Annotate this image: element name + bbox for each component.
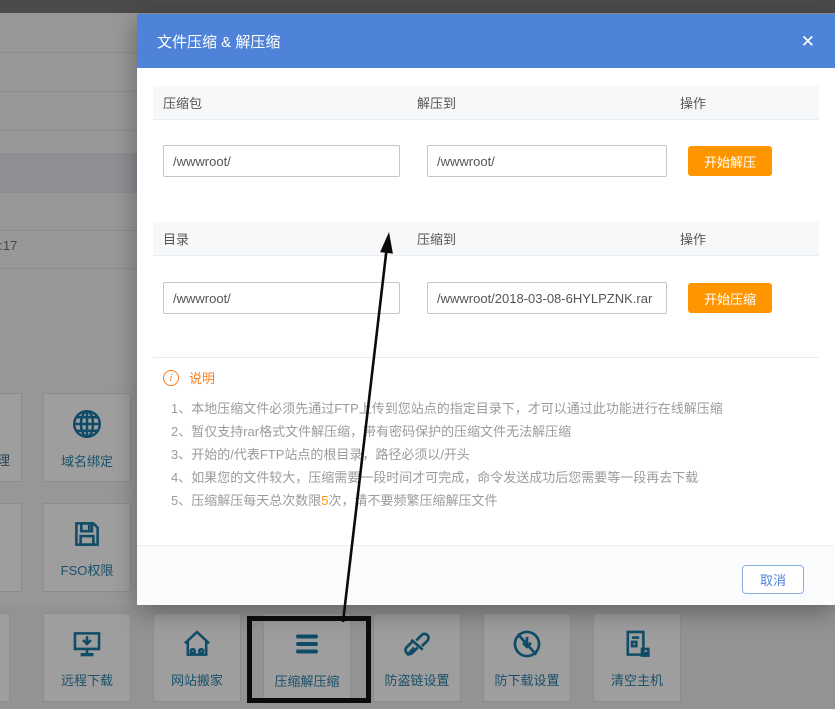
section-divider <box>153 357 819 358</box>
instruction-item: 4、如果您的文件较大，压缩需要一段时间才可完成，命令发送成功后您需要等一段再去下… <box>163 466 815 489</box>
directory-input[interactable] <box>163 282 400 314</box>
instructions-block: i 说明 1、本地压缩文件必须先通过FTP上传到您站点的指定目录下，才可以通过此… <box>163 368 815 512</box>
instruction-item: 2、暂仅支持rar格式文件解压缩，带有密码保护的压缩文件无法解压缩 <box>163 420 815 443</box>
instruction-item: 5、压缩解压每天总次数限5次，请不要频繁压缩解压文件 <box>163 489 815 512</box>
instruction-item: 1、本地压缩文件必须先通过FTP上传到您站点的指定目录下，才可以通过此功能进行在… <box>163 397 815 420</box>
instructions-header: i 说明 <box>163 368 815 387</box>
annotation-highlight-rectangle <box>247 616 371 703</box>
start-decompress-button[interactable]: 开始解压 <box>688 146 772 176</box>
dialog-footer: 取消 <box>137 545 835 605</box>
instructions-list: 1、本地压缩文件必须先通过FTP上传到您站点的指定目录下，才可以通过此功能进行在… <box>163 397 815 512</box>
instructions-title: 说明 <box>189 368 215 387</box>
compress-to-input[interactable] <box>427 282 667 314</box>
col-directory: 目录 <box>153 229 417 248</box>
col-action: 操作 <box>680 229 706 248</box>
dialog-title: 文件压缩 & 解压缩 <box>157 31 280 52</box>
info-icon: i <box>163 370 179 386</box>
dialog-header: 文件压缩 & 解压缩 ✕ <box>137 14 835 68</box>
compress-header-row: 目录 压缩到 操作 <box>153 222 819 256</box>
close-icon[interactable]: ✕ <box>801 33 815 50</box>
cancel-button[interactable]: 取消 <box>742 565 804 594</box>
decompress-header-row: 压缩包 解压到 操作 <box>153 86 819 120</box>
col-compress-to: 压缩到 <box>417 229 680 248</box>
screen: 5:17 理 域名绑定 FSO权限 <box>0 0 835 709</box>
extract-to-input[interactable] <box>427 145 667 177</box>
start-compress-button[interactable]: 开始压缩 <box>688 283 772 313</box>
col-action: 操作 <box>680 93 706 112</box>
col-archive: 压缩包 <box>153 93 417 112</box>
compress-form-row: 开始压缩 <box>163 282 772 314</box>
decompress-form-row: 开始解压 <box>163 145 772 177</box>
instruction-item: 3、开始的/代表FTP站点的根目录，路径必须以/开头 <box>163 443 815 466</box>
col-extract-to: 解压到 <box>417 93 680 112</box>
compress-dialog: 文件压缩 & 解压缩 ✕ 压缩包 解压到 操作 开始解压 目录 压缩到 操作 <box>137 14 835 605</box>
dialog-body: 压缩包 解压到 操作 开始解压 目录 压缩到 操作 开始压缩 <box>137 68 835 545</box>
archive-path-input[interactable] <box>163 145 400 177</box>
